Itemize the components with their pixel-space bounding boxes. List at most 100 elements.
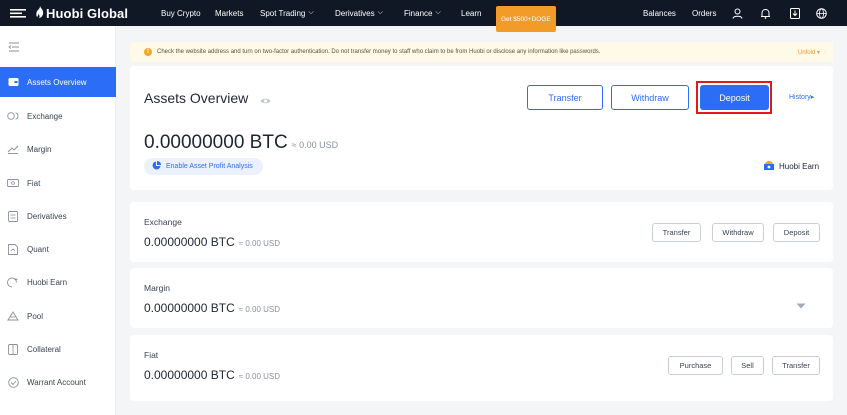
history-link[interactable]: History▸ <box>789 93 814 101</box>
total-balance-btc: 0.00000000 BTC <box>144 132 288 153</box>
fiat-purchase-button[interactable]: Purchase <box>668 356 723 375</box>
sidebar-item-label: Huobi Earn <box>27 277 68 287</box>
flame-icon <box>36 5 44 21</box>
caret-right-icon: ▸ <box>810 94 815 101</box>
sidebar-item-assets-overview[interactable]: Assets Overview <box>0 67 116 97</box>
margin-account-card: Margin 0.00000000 BTC ≈ 0.00 USD <box>130 268 833 328</box>
sidebar-item-warrant-account[interactable]: Warrant Account <box>0 367 116 397</box>
nav-label: Finance <box>404 8 433 18</box>
huobi-earn-icon <box>763 160 775 173</box>
huobi-logo[interactable]: Huobi Global <box>36 0 128 26</box>
sidebar-item-label: Derivatives <box>27 211 67 221</box>
nav-label: Markets <box>215 8 244 18</box>
sidebar-item-derivatives[interactable]: Derivatives <box>0 201 116 231</box>
bell-icon[interactable] <box>760 0 771 26</box>
account-name: Exchange <box>144 217 182 227</box>
nav-spot-trading[interactable]: Spot Trading ⌵ <box>260 0 314 26</box>
nav-orders[interactable]: Orders <box>692 0 716 26</box>
unfold-label: Unfold <box>797 49 816 56</box>
sidebar-item-quant[interactable]: Quant <box>0 234 116 264</box>
pie-chart-icon <box>152 161 161 172</box>
huobi-earn-link[interactable]: Huobi Earn <box>763 160 819 173</box>
account-name: Fiat <box>144 350 159 360</box>
sidebar-item-fiat[interactable]: Fiat <box>0 168 116 198</box>
sidebar-item-pool[interactable]: Pool <box>0 301 116 331</box>
button-label: Withdraw <box>631 92 669 103</box>
withdraw-button[interactable]: Withdraw <box>611 85 689 110</box>
total-balance-usd: ≈ 0.00 USD <box>291 140 339 150</box>
margin-icon <box>7 143 19 155</box>
nav-buy-crypto[interactable]: Buy Crypto <box>161 0 201 26</box>
sidebar-item-label: Fiat <box>27 178 41 188</box>
account-balance: 0.00000000 BTC ≈ 0.00 USD <box>144 368 280 382</box>
account-balance-btc: 0.00000000 BTC <box>144 235 235 249</box>
derivatives-icon <box>7 210 19 222</box>
history-label: History <box>789 94 811 101</box>
button-label: Transfer <box>662 228 691 237</box>
earn-icon <box>7 276 19 288</box>
total-balance: 0.00000000 BTC ≈ 0.00 USD <box>144 132 338 154</box>
sidebar-item-label: Quant <box>27 244 49 254</box>
button-label: Transfer <box>782 361 810 370</box>
notice-text: Check the website address and turn on tw… <box>157 49 601 55</box>
menu-icon[interactable] <box>10 0 26 26</box>
sidebar-item-label: Collateral <box>27 344 61 354</box>
download-icon[interactable] <box>790 0 800 26</box>
sidebar-collapse-icon[interactable] <box>8 40 20 52</box>
eye-icon[interactable] <box>260 92 271 110</box>
unfold-link[interactable]: Unfold ▾ <box>798 49 820 56</box>
nav-label: Buy Crypto <box>161 8 201 18</box>
nav-derivatives[interactable]: Derivatives ⌵ <box>335 0 383 26</box>
fiat-icon <box>7 177 19 189</box>
sidebar: Assets Overview Exchange Margin Fiat Der… <box>0 26 116 415</box>
sidebar-item-margin[interactable]: Margin <box>0 134 116 164</box>
caret-down-icon: ▾ <box>816 49 820 56</box>
account-balance: 0.00000000 BTC ≈ 0.00 USD <box>144 301 280 315</box>
wallet-icon <box>7 76 19 88</box>
sidebar-item-huobi-earn[interactable]: Huobi Earn <box>0 267 116 297</box>
nav-markets[interactable]: Markets <box>215 0 243 26</box>
fiat-account-card: Fiat 0.00000000 BTC ≈ 0.00 USD Purchase S… <box>130 335 833 401</box>
button-label: Deposit <box>783 228 810 237</box>
globe-icon[interactable] <box>816 0 827 26</box>
user-icon[interactable] <box>732 0 743 26</box>
sidebar-item-label: Exchange <box>27 111 63 121</box>
sidebar-item-exchange[interactable]: Exchange <box>0 101 116 131</box>
warrant-icon <box>7 376 19 388</box>
button-label: Purchase <box>679 361 712 370</box>
promo-label: Get $500+DOGE <box>501 15 551 23</box>
fiat-sell-button[interactable]: Sell <box>731 356 764 375</box>
pool-icon <box>7 310 19 322</box>
top-navigation-bar: Huobi Global Buy Crypto Markets Spot Tra… <box>0 0 847 32</box>
sidebar-item-label: Pool <box>27 311 44 321</box>
assets-overview-card: Assets Overview Transfer Withdraw Deposi… <box>130 66 833 190</box>
exchange-transfer-button[interactable]: Transfer <box>652 223 701 242</box>
promo-badge[interactable]: Get $500+DOGE <box>496 6 556 32</box>
exchange-withdraw-button[interactable]: Withdraw <box>712 223 764 242</box>
sidebar-item-label: Warrant Account <box>27 377 86 387</box>
nav-learn[interactable]: Learn <box>461 0 481 26</box>
nav-balances[interactable]: Balances <box>643 0 676 26</box>
logo-text: Huobi Global <box>46 5 129 21</box>
transfer-button[interactable]: Transfer <box>527 85 603 110</box>
profit-analysis-label: Enable Asset Profit Analysis <box>166 163 253 170</box>
fiat-transfer-button[interactable]: Transfer <box>772 356 820 375</box>
sidebar-item-label: Assets Overview <box>27 77 87 87</box>
chevron-down-icon[interactable] <box>796 296 806 314</box>
button-label: Transfer <box>548 92 582 103</box>
chevron-down-icon: ⌵ <box>377 9 383 16</box>
warning-icon: ! <box>144 48 152 56</box>
nav-label: Spot Trading <box>260 8 306 18</box>
sidebar-item-collateral[interactable]: Collateral <box>0 334 116 364</box>
account-balance: 0.00000000 BTC ≈ 0.00 USD <box>144 235 280 249</box>
sidebar-item-label: Margin <box>27 144 52 154</box>
nav-finance[interactable]: Finance ⌵ <box>404 0 441 26</box>
chevron-down-icon: ⌵ <box>435 9 441 16</box>
exchange-deposit-button[interactable]: Deposit <box>773 223 820 242</box>
exchange-icon <box>7 110 19 122</box>
nav-label: Balances <box>643 8 676 18</box>
enable-profit-analysis-button[interactable]: Enable Asset Profit Analysis <box>144 158 263 175</box>
nav-label: Learn <box>461 8 482 18</box>
chevron-down-icon: ⌵ <box>308 9 314 16</box>
security-notice: ! Check the website address and turn on … <box>130 42 833 62</box>
